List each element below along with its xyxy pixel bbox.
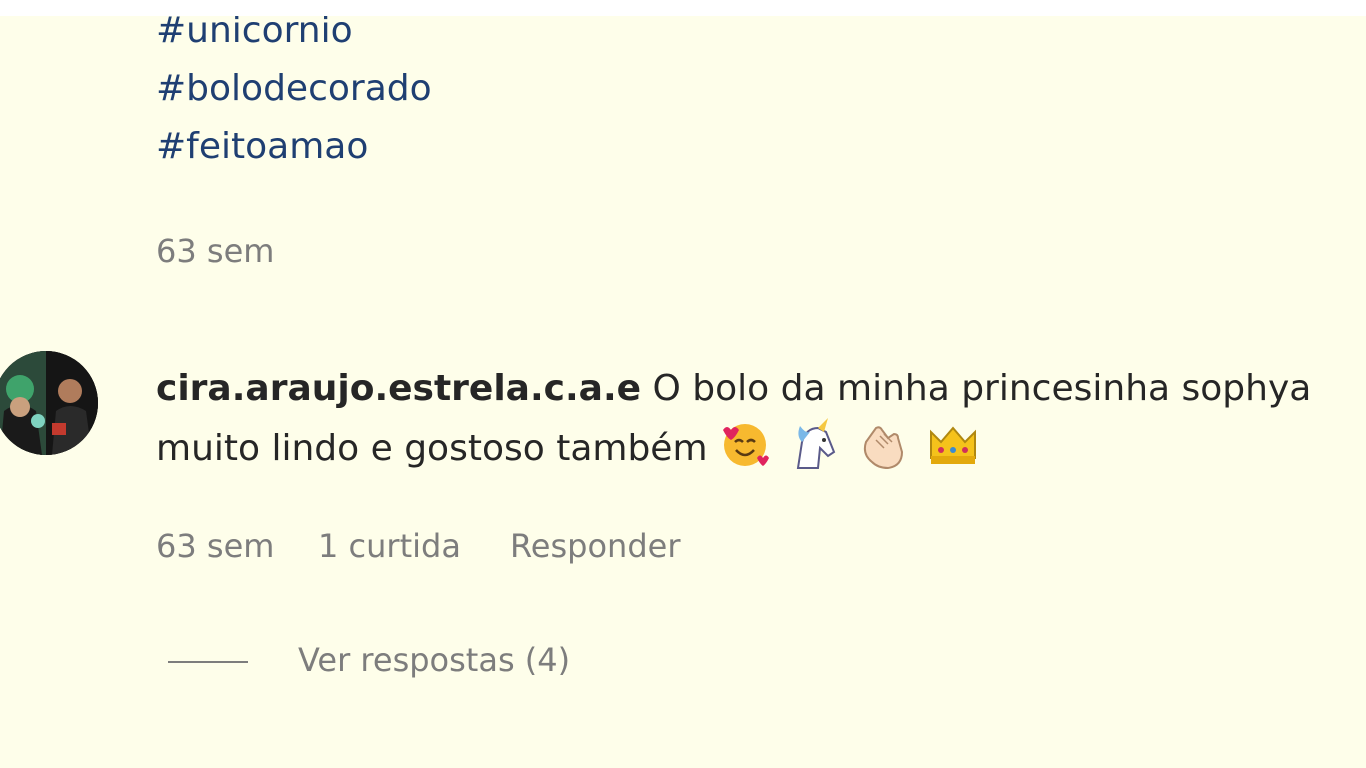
comment-username[interactable]: cira.araujo.estrela.c.a.e xyxy=(156,368,641,409)
top-strip xyxy=(0,0,1366,16)
comments-panel: #unicornio #bolodecorado #feitoamao 63 s… xyxy=(0,16,1366,768)
clapping-hands-icon xyxy=(863,426,903,470)
comment-line-1: cira.araujo.estrela.c.a.e O bolo da minh… xyxy=(156,360,1366,418)
comment-likes[interactable]: 1 curtida xyxy=(318,527,461,565)
avatar-image xyxy=(0,351,98,455)
comment-text-line2: muito lindo e gostoso também xyxy=(156,428,708,469)
caption-timestamp[interactable]: 63 sem xyxy=(156,232,274,270)
comment-line-2: muito lindo e gostoso também xyxy=(156,418,1366,478)
crown-icon xyxy=(930,426,977,464)
view-replies-button[interactable]: Ver respostas (4) xyxy=(298,641,570,679)
hashtag-unicornio[interactable]: #unicornio xyxy=(156,16,353,51)
avatar[interactable] xyxy=(0,351,98,455)
replies-divider xyxy=(168,661,248,663)
reply-button[interactable]: Responder xyxy=(510,527,680,565)
comment-text-line1: O bolo da minha princesinha sophya xyxy=(652,368,1312,409)
comment-body: cira.araujo.estrela.c.a.e O bolo da minh… xyxy=(156,360,1366,478)
comment-timestamp[interactable]: 63 sem xyxy=(156,527,274,565)
smiling-face-with-hearts-icon xyxy=(722,424,769,466)
hashtag-feitoamao[interactable]: #feitoamao xyxy=(156,126,368,167)
unicorn-icon xyxy=(797,418,836,469)
hashtag-bolodecorado[interactable]: #bolodecorado xyxy=(156,68,432,109)
